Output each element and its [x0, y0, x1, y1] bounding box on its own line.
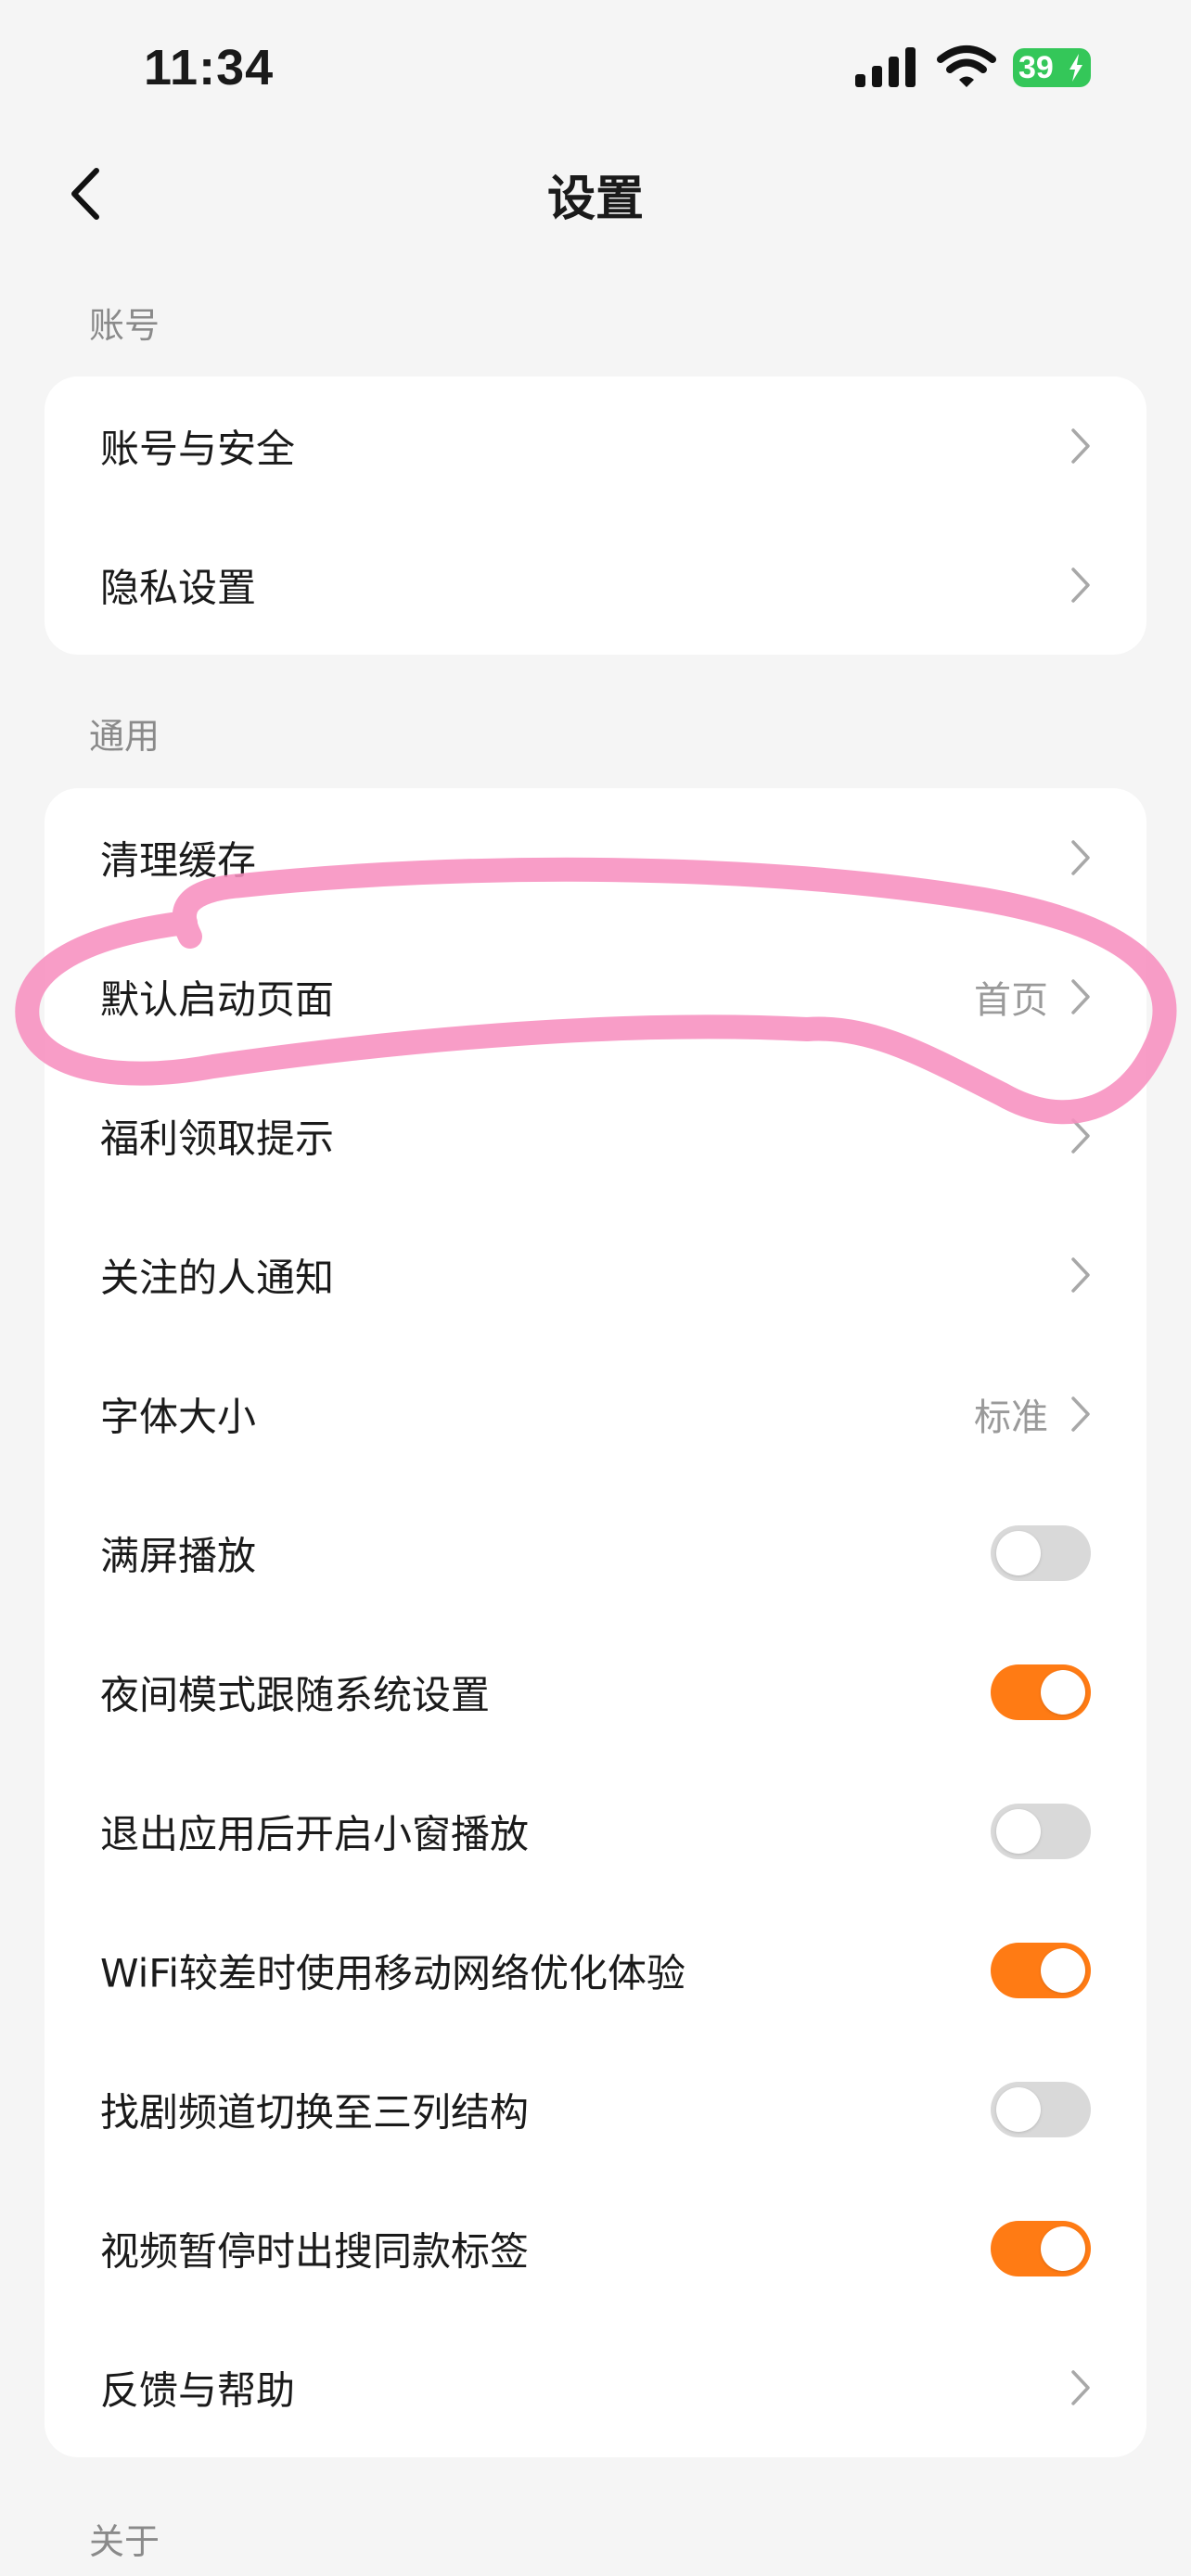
chevron-right-icon	[1071, 1396, 1090, 1432]
row-label: 清理缓存	[100, 837, 257, 884]
night-mode-toggle[interactable]	[991, 1664, 1091, 1720]
row-night-mode-follow-system: 夜间模式跟随系统设置	[45, 1623, 1146, 1762]
section-label-account: 账号	[89, 305, 160, 346]
battery-icon: 39	[1013, 48, 1091, 87]
section-label-about: 关于	[89, 2521, 160, 2562]
toggle-knob	[1041, 2226, 1085, 2271]
row-wifi-mobile-optimize: WiFi较差时使用移动网络优化体验	[45, 1901, 1146, 2040]
chevron-right-icon	[1071, 2370, 1090, 2405]
general-card: 清理缓存 默认启动页面 首页 福利领取提示 关注的人通知 字体大小 标准 满屏播…	[45, 788, 1146, 2457]
row-label: 满屏播放	[100, 1533, 257, 1579]
chevron-right-icon	[1071, 1257, 1090, 1293]
row-label: 账号与安全	[100, 426, 296, 472]
row-label: 关注的人通知	[100, 1255, 335, 1301]
row-label: 退出应用后开启小窗播放	[100, 1811, 530, 1857]
row-label: 字体大小	[100, 1394, 257, 1440]
row-account-security[interactable]: 账号与安全	[45, 376, 1146, 516]
row-fullscreen-play: 满屏播放	[45, 1484, 1146, 1623]
page-title: 设置	[546, 172, 644, 227]
toggle-knob	[996, 2087, 1041, 2132]
status-time: 11:34	[144, 40, 275, 96]
row-value: 标准	[974, 1396, 1048, 1439]
battery-level: 39	[1018, 50, 1054, 85]
toggle-knob	[996, 1531, 1041, 1575]
nav-bar: 设置	[0, 148, 1191, 241]
chevron-right-icon	[1071, 428, 1090, 464]
account-card: 账号与安全 隐私设置	[45, 376, 1146, 655]
section-label-general: 通用	[89, 716, 160, 757]
row-label: 视频暂停时出搜同款标签	[100, 2228, 530, 2275]
row-default-start-page[interactable]: 默认启动页面 首页	[45, 927, 1146, 1066]
row-label: WiFi较差时使用移动网络优化体验	[100, 1950, 686, 1996]
row-feedback-help[interactable]: 反馈与帮助	[45, 2318, 1146, 2457]
row-clear-cache[interactable]: 清理缓存	[45, 788, 1146, 927]
row-label: 默认启动页面	[100, 976, 335, 1023]
signal-icon	[855, 47, 916, 87]
row-value: 首页	[974, 979, 1048, 1022]
row-font-size[interactable]: 字体大小 标准	[45, 1345, 1146, 1484]
chevron-right-icon	[1071, 840, 1090, 875]
row-label: 福利领取提示	[100, 1116, 335, 1162]
wifi-icon	[937, 45, 996, 87]
mini-window-toggle[interactable]	[991, 1804, 1091, 1859]
row-following-notifications[interactable]: 关注的人通知	[45, 1205, 1146, 1345]
row-three-column-layout: 找剧频道切换至三列结构	[45, 2040, 1146, 2179]
toggle-knob	[1041, 1670, 1085, 1715]
row-label: 反馈与帮助	[100, 2367, 296, 2414]
row-pause-search-tag: 视频暂停时出搜同款标签	[45, 2179, 1146, 2318]
row-label: 找剧频道切换至三列结构	[100, 2089, 530, 2136]
row-privacy-settings[interactable]: 隐私设置	[45, 516, 1146, 655]
pause-search-tag-toggle[interactable]	[991, 2221, 1091, 2276]
chevron-right-icon	[1071, 567, 1090, 603]
row-mini-window-play: 退出应用后开启小窗播放	[45, 1762, 1146, 1901]
toggle-knob	[1041, 1948, 1085, 1993]
three-column-toggle[interactable]	[991, 2082, 1091, 2137]
row-label: 夜间模式跟随系统设置	[100, 1672, 491, 1718]
chevron-right-icon	[1071, 1118, 1090, 1154]
fullscreen-play-toggle[interactable]	[991, 1525, 1091, 1581]
row-label: 隐私设置	[100, 565, 257, 611]
row-welfare-reminder[interactable]: 福利领取提示	[45, 1066, 1146, 1205]
status-bar: 11:34 39	[0, 0, 1191, 139]
charging-bolt-icon	[1069, 54, 1082, 82]
toggle-knob	[996, 1809, 1041, 1854]
chevron-right-icon	[1071, 979, 1090, 1014]
wifi-optimize-toggle[interactable]	[991, 1943, 1091, 1998]
